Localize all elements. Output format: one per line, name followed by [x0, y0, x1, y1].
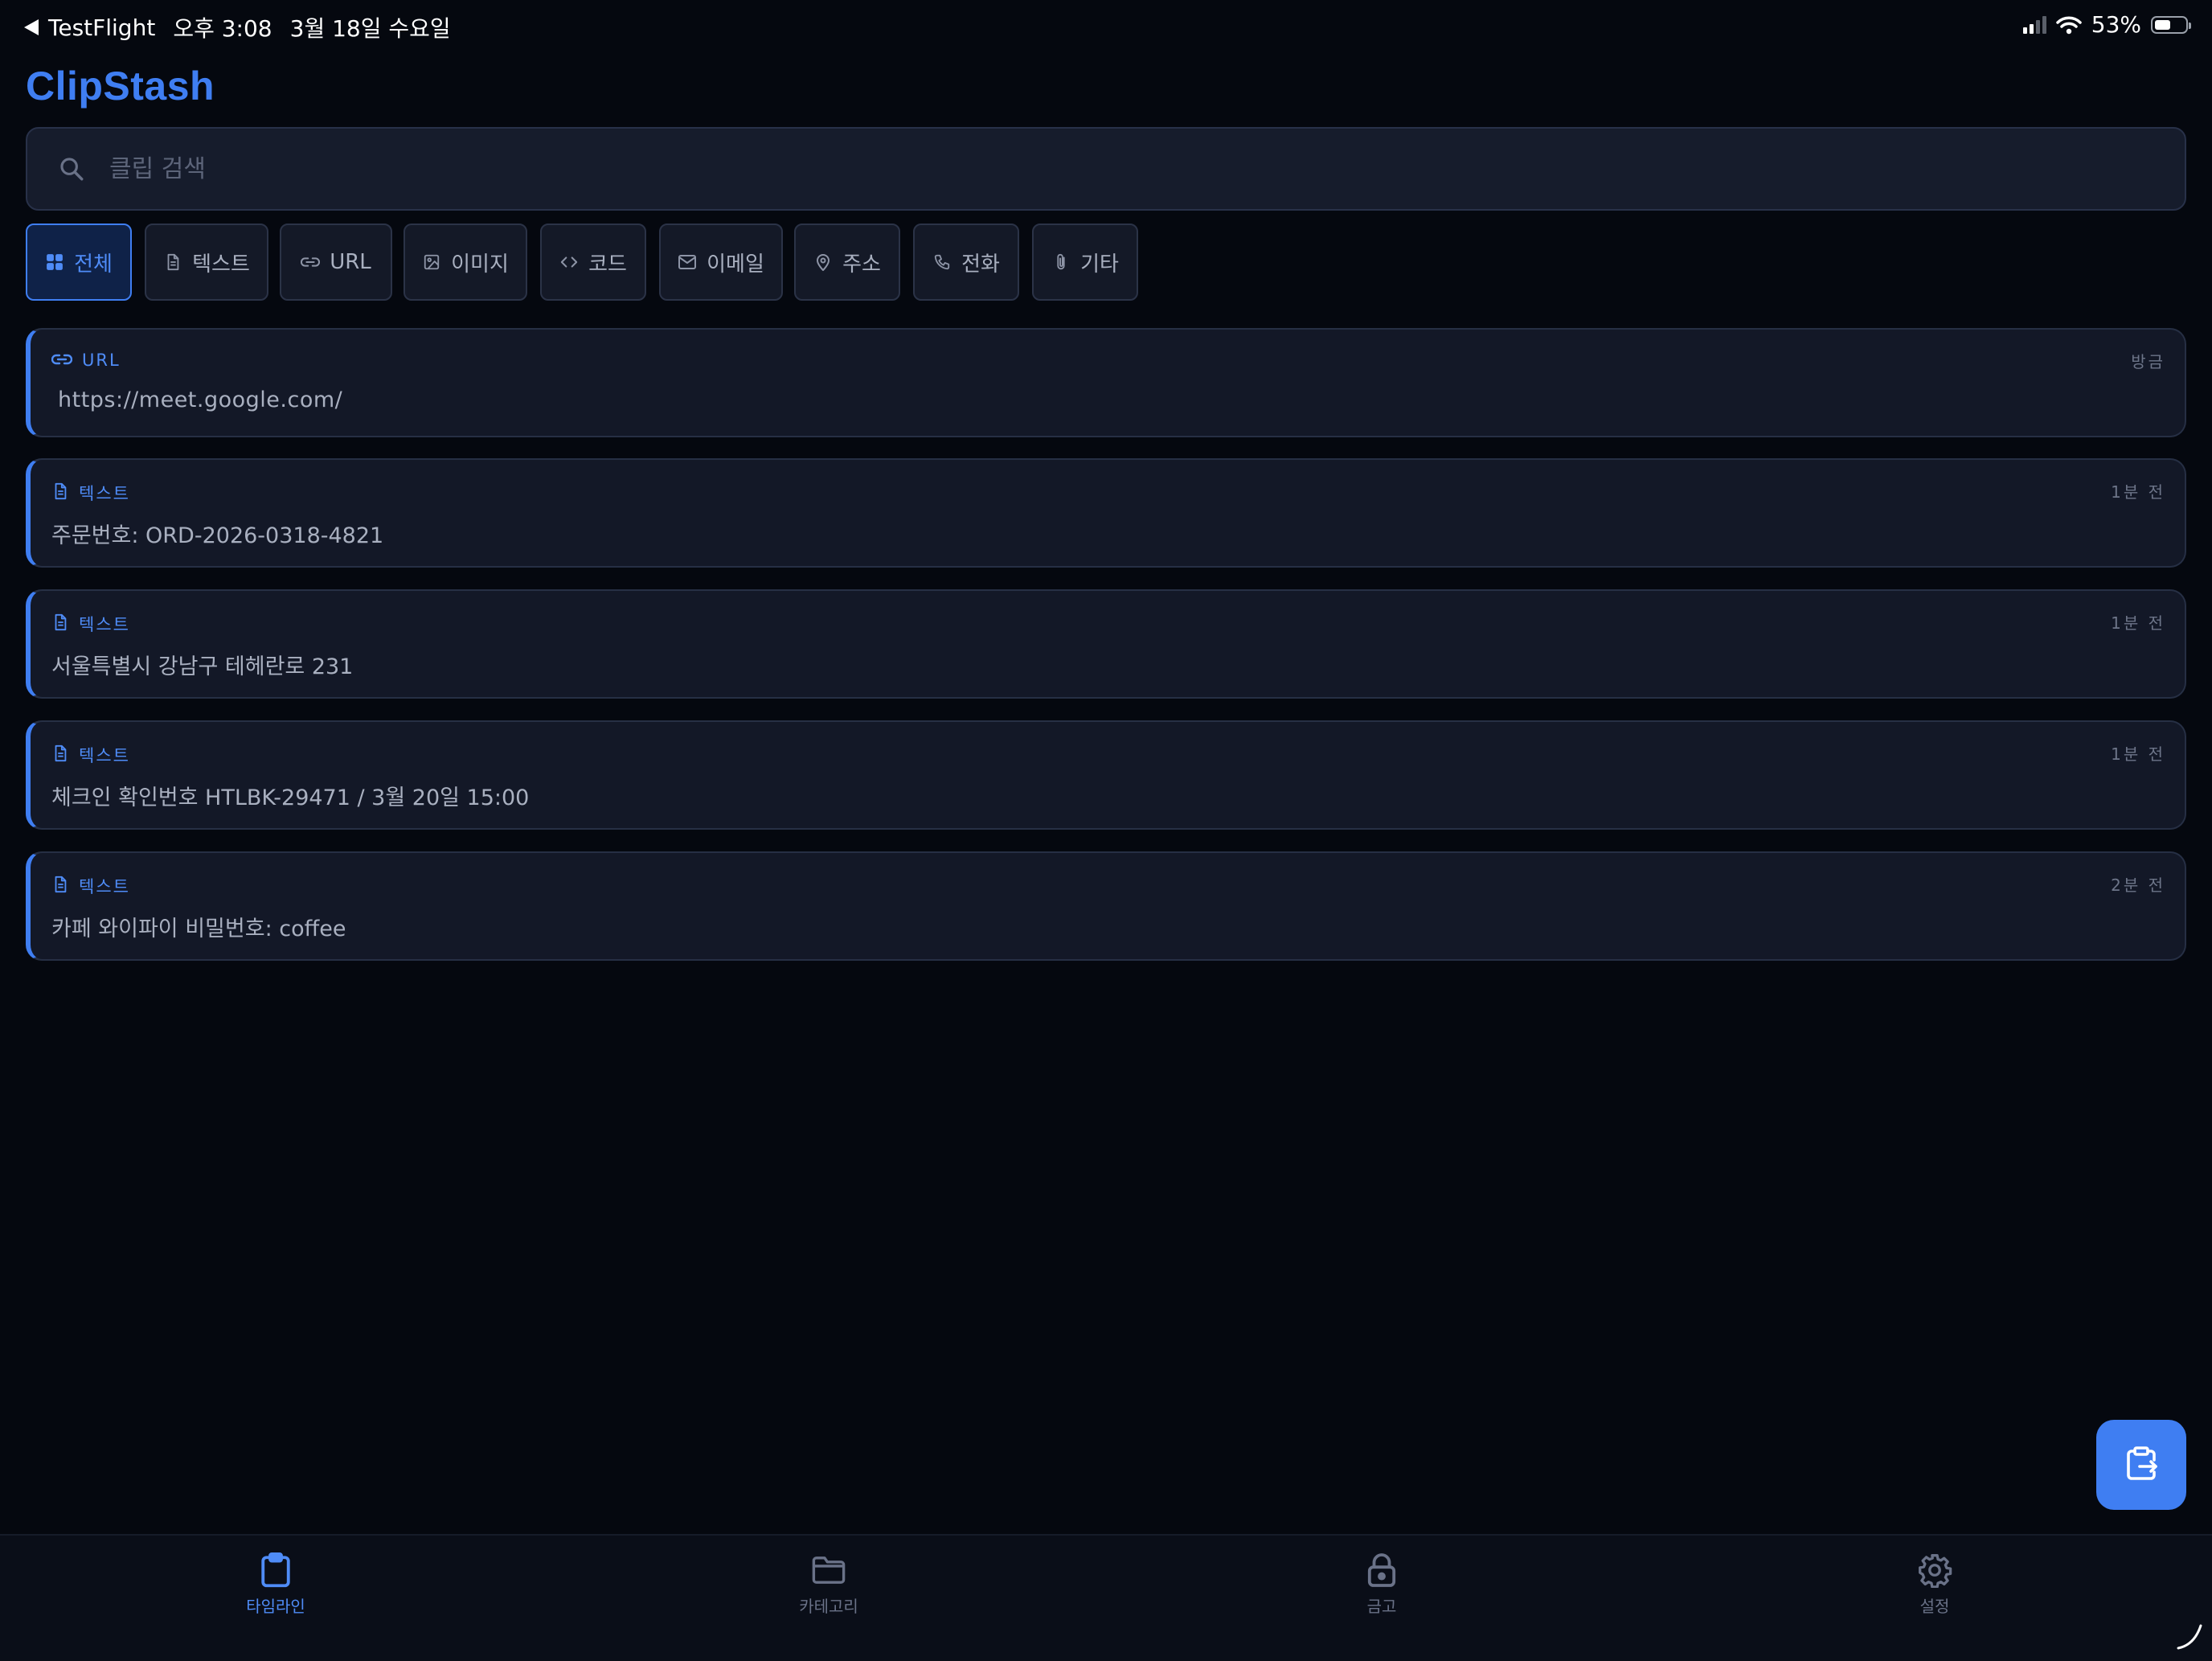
clip-type: URL — [51, 351, 121, 370]
paste-clip-button[interactable] — [2096, 1420, 2186, 1510]
clip-timestamp: 1분 전 — [2111, 482, 2165, 502]
clip-type-label: 텍스트 — [79, 484, 130, 503]
map-pin-icon — [813, 252, 833, 272]
tab-label: 카테고리 — [799, 1597, 858, 1616]
folder-icon — [810, 1552, 847, 1589]
filter-chip-label: 기타 — [1080, 252, 1119, 277]
back-arrow-icon[interactable] — [24, 19, 39, 35]
search-input[interactable] — [108, 154, 2185, 184]
clip-content: 서울특별시 강남구 테헤란로 231 — [51, 654, 354, 679]
phone-icon — [932, 252, 952, 272]
clip-type-label: 텍스트 — [79, 746, 130, 765]
document-icon — [51, 744, 69, 767]
clip-timestamp: 1분 전 — [2111, 613, 2165, 633]
filter-chip-email[interactable]: 이메일 — [659, 224, 783, 301]
clip-content: 체크인 확인번호 HTLBK-29471 / 3월 20일 15:00 — [51, 785, 530, 810]
grid-icon — [45, 252, 64, 272]
filter-chip-code[interactable]: 코드 — [540, 224, 646, 301]
link-icon — [51, 351, 73, 370]
gear-icon — [1916, 1552, 1953, 1589]
filter-chip-label: 이메일 — [707, 252, 764, 277]
filter-chip-all[interactable]: 전체 — [26, 224, 132, 301]
clip-timestamp: 방금 — [2131, 352, 2165, 371]
filter-chip-url[interactable]: URL — [280, 224, 392, 301]
filter-chip-label: 전체 — [74, 252, 113, 277]
filter-chip-other[interactable]: 기타 — [1032, 224, 1138, 301]
clip-timestamp: 1분 전 — [2111, 744, 2165, 764]
status-right: 53% — [2022, 11, 2191, 38]
clip-type: 텍스트 — [51, 612, 130, 636]
lock-icon — [1363, 1552, 1400, 1589]
link-icon — [301, 252, 321, 272]
wifi-icon — [2056, 16, 2082, 34]
filter-chip-label: 전화 — [961, 252, 1000, 277]
clipboard-icon — [257, 1552, 294, 1589]
clip-card-text[interactable]: 텍스트 2분 전 카페 와이파이 비밀번호: coffee — [26, 851, 2186, 961]
search-icon — [56, 154, 87, 184]
clip-card-text[interactable]: 텍스트 1분 전 체크인 확인번호 HTLBK-29471 / 3월 20일 1… — [26, 720, 2186, 830]
filter-chip-label: URL — [330, 250, 371, 274]
clip-timestamp: 2분 전 — [2111, 876, 2165, 895]
tab-vault[interactable]: 금고 — [1301, 1552, 1462, 1617]
clip-type: 텍스트 — [51, 743, 130, 767]
filter-chip-label: 이미지 — [451, 252, 509, 277]
search-bar[interactable] — [26, 127, 2186, 211]
clip-content: 카페 와이파이 비밀번호: coffee — [51, 917, 346, 941]
clip-type-label: 텍스트 — [79, 877, 130, 896]
tab-label: 금고 — [1366, 1597, 1397, 1616]
filter-chip-text[interactable]: 텍스트 — [145, 224, 268, 301]
filter-chip-address[interactable]: 주소 — [794, 224, 900, 301]
paperclip-icon — [1051, 252, 1071, 272]
status-bar: TestFlight 오후 3:08 3월 18일 수요일 53% — [0, 0, 2212, 53]
clip-card-url[interactable]: URL 방금 https://meet.google.com/ — [26, 328, 2186, 437]
battery-percent: 53% — [2091, 11, 2141, 38]
clip-card-text[interactable]: 텍스트 1분 전 주문번호: ORD-2026-0318-4821 — [26, 458, 2186, 568]
filter-chip-label: 코드 — [588, 252, 627, 277]
mail-icon — [678, 252, 697, 272]
document-icon — [163, 252, 182, 272]
status-date: 3월 18일 수요일 — [289, 15, 451, 42]
document-icon — [51, 482, 69, 505]
filter-chip-label: 주소 — [842, 252, 881, 277]
image-icon — [422, 252, 441, 272]
clip-card-text[interactable]: 텍스트 1분 전 서울특별시 강남구 테헤란로 231 — [26, 589, 2186, 699]
code-icon — [559, 252, 579, 272]
clip-content: https://meet.google.com/ — [58, 388, 343, 412]
battery-icon — [2151, 15, 2191, 34]
back-app-label[interactable]: TestFlight — [48, 14, 155, 41]
resize-handle-icon — [2177, 1624, 2202, 1650]
filter-chip-image[interactable]: 이미지 — [403, 224, 527, 301]
clipboard-paste-icon — [2122, 1444, 2161, 1486]
app-title: ClipStash — [26, 64, 215, 109]
clip-type: 텍스트 — [51, 481, 130, 505]
filter-chip-label: 텍스트 — [192, 252, 250, 277]
tab-label: 설정 — [1919, 1597, 1950, 1616]
status-time: 오후 3:08 — [173, 15, 272, 42]
clip-type: 텍스트 — [51, 874, 130, 898]
clip-type-label: 텍스트 — [79, 615, 130, 634]
tab-category[interactable]: 카테고리 — [748, 1552, 909, 1617]
filter-chip-phone[interactable]: 전화 — [913, 224, 1019, 301]
document-icon — [51, 613, 69, 636]
cellular-signal-icon — [2022, 15, 2046, 34]
clip-type-label: URL — [82, 351, 121, 370]
tab-settings[interactable]: 설정 — [1854, 1552, 2015, 1617]
clip-content: 주문번호: ORD-2026-0318-4821 — [51, 523, 384, 548]
tab-timeline[interactable]: 타임라인 — [195, 1552, 356, 1617]
document-icon — [51, 875, 69, 898]
tab-label: 타임라인 — [246, 1597, 305, 1616]
battery-fill — [2155, 19, 2171, 30]
bottom-tab-bar: 타임라인 카테고리 금고 설정 — [0, 1534, 2212, 1661]
status-left: TestFlight 오후 3:08 3월 18일 수요일 — [24, 11, 451, 43]
